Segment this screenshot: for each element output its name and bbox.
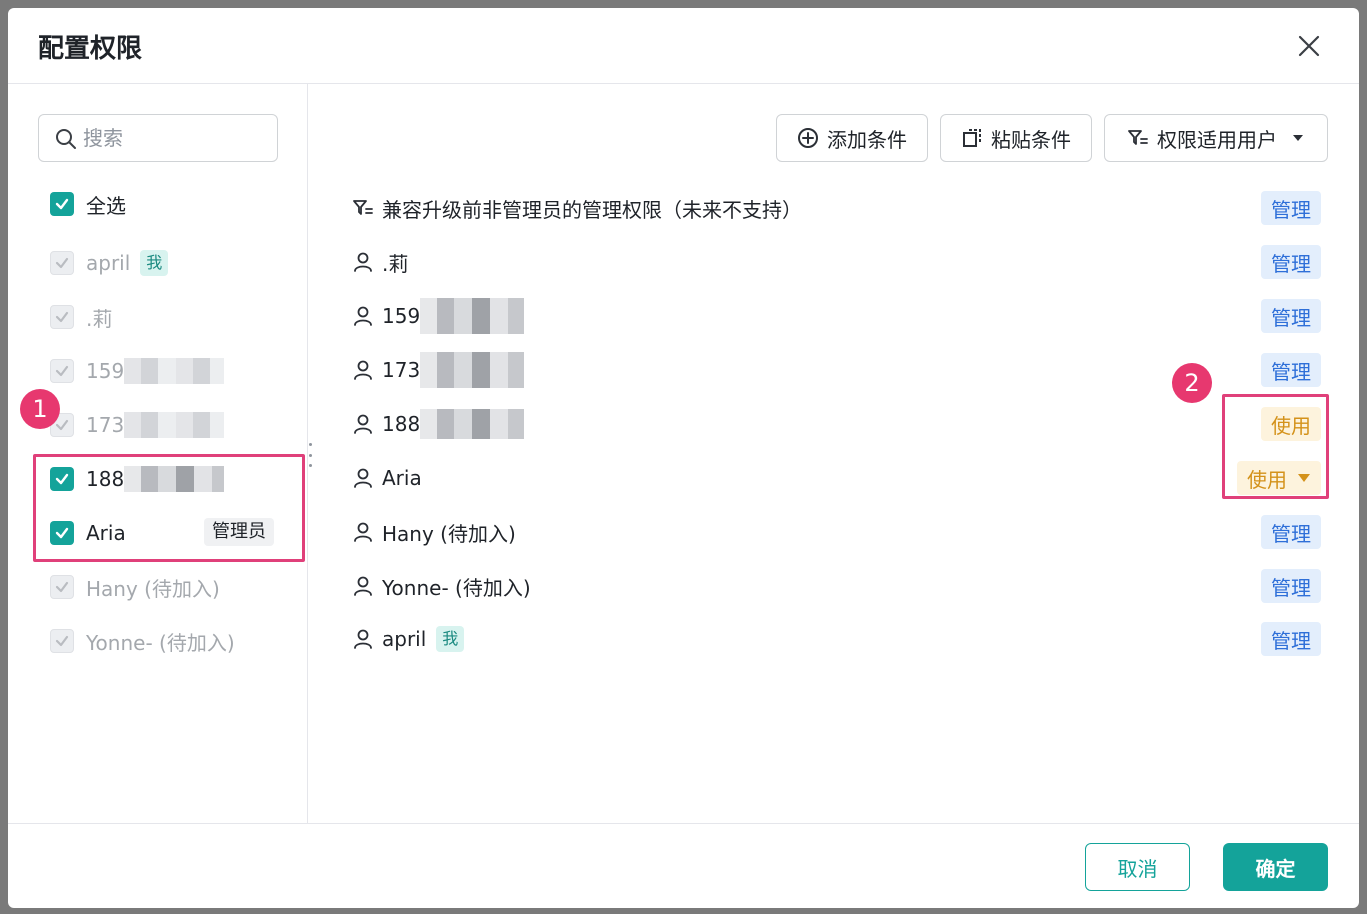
rule-row-188: 188 <box>352 407 525 441</box>
member-row-hany[interactable]: Hany (待加入) <box>50 572 220 602</box>
callout-box-2 <box>1222 394 1329 499</box>
rule-label: Yonne- (待加入) <box>382 575 531 600</box>
panel-resize-handle[interactable] <box>306 443 314 467</box>
select-all-label: 全选 <box>86 193 126 218</box>
redacted-mask <box>420 352 525 388</box>
rule-row-li: .莉 <box>352 245 408 279</box>
add-condition-button[interactable]: 添加条件 <box>776 114 928 162</box>
paste-condition-button[interactable]: 粘贴条件 <box>940 114 1092 162</box>
close-button[interactable] <box>1295 32 1323 60</box>
permission-tag-manage[interactable]: 管理 <box>1261 245 1321 279</box>
search-input[interactable] <box>83 125 263 151</box>
cancel-button[interactable]: 取消 <box>1085 843 1190 891</box>
rule-row-yonne: Yonne- (待加入) <box>352 569 531 603</box>
filter-list-icon <box>353 200 373 215</box>
permission-tag-manage[interactable]: 管理 <box>1261 191 1321 225</box>
scope-users-label: 权限适用用户 <box>1157 127 1277 152</box>
filter-list-icon <box>1128 130 1148 145</box>
permission-tag-manage[interactable]: 管理 <box>1261 569 1321 603</box>
member-row-159[interactable]: 159 <box>50 356 225 386</box>
rule-row-aria: Aria <box>352 461 422 495</box>
user-icon <box>354 468 372 488</box>
dialog-title: 配置权限 <box>38 34 143 64</box>
user-icon <box>354 576 372 596</box>
close-icon <box>1298 35 1320 57</box>
rule-label: .莉 <box>382 251 409 276</box>
rule-label: 173 <box>382 358 421 382</box>
user-icon <box>354 360 372 380</box>
member-label: Yonne- (待加入) <box>86 630 235 655</box>
member-checkbox[interactable] <box>50 629 74 653</box>
redacted-mask <box>420 409 525 439</box>
user-icon <box>354 522 372 542</box>
member-label: 159 <box>86 359 125 383</box>
member-label: april <box>86 251 131 275</box>
rule-label: Aria <box>382 466 422 490</box>
redacted-mask <box>420 298 525 334</box>
permission-tag-manage[interactable]: 管理 <box>1261 515 1321 549</box>
select-all-row[interactable]: 全选 <box>50 189 126 219</box>
permission-tag-manage[interactable]: 管理 <box>1261 299 1321 333</box>
paste-condition-label: 粘贴条件 <box>991 127 1071 152</box>
redacted-mask <box>124 412 225 438</box>
user-icon <box>354 629 372 649</box>
rule-row-159: 159 <box>352 298 525 334</box>
permission-tag-manage[interactable]: 管理 <box>1261 353 1321 387</box>
member-panel: 全选 april 我 .莉 159 173 188 Ari <box>8 84 308 823</box>
paste-icon <box>963 129 981 147</box>
member-row-april[interactable]: april 我 <box>50 248 169 278</box>
member-label: 173 <box>86 413 125 437</box>
annotation-badge-1: 1 <box>20 389 60 429</box>
rule-label: april <box>382 627 427 651</box>
search-input-box[interactable] <box>38 114 278 162</box>
annotation-badge-2: 2 <box>1172 363 1212 403</box>
member-label: Hany (待加入) <box>86 576 220 601</box>
member-checkbox[interactable] <box>50 359 74 383</box>
member-checkbox[interactable] <box>50 251 74 275</box>
member-row-li[interactable]: .莉 <box>50 302 112 332</box>
search-icon <box>56 129 76 149</box>
confirm-button[interactable]: 确定 <box>1223 843 1328 891</box>
rule-label: 188 <box>382 412 421 436</box>
caret-down-icon <box>1293 135 1303 141</box>
me-badge: 我 <box>436 626 465 652</box>
user-icon <box>354 252 372 272</box>
add-condition-label: 添加条件 <box>827 127 907 152</box>
rule-label: Hany (待加入) <box>382 521 516 546</box>
plus-circle-icon <box>798 128 818 148</box>
member-row-yonne[interactable]: Yonne- (待加入) <box>50 626 235 656</box>
permission-dialog: 配置权限 全选 april 我 .莉 159 1 <box>8 8 1359 908</box>
rule-row-hany: Hany (待加入) <box>352 515 516 549</box>
redacted-mask <box>124 358 225 384</box>
user-icon <box>354 414 372 434</box>
member-checkbox[interactable] <box>50 575 74 599</box>
rule-label: 兼容升级前非管理员的管理权限（未来不支持） <box>382 197 802 222</box>
dialog-header: 配置权限 <box>8 8 1359 84</box>
dialog-footer: 取消 确定 <box>8 823 1359 908</box>
select-all-checkbox[interactable] <box>50 192 74 216</box>
rule-row-april: april 我 <box>352 622 465 656</box>
scope-users-dropdown[interactable]: 权限适用用户 <box>1104 114 1328 162</box>
me-badge: 我 <box>140 250 169 276</box>
callout-box-1 <box>33 454 305 562</box>
user-icon <box>354 306 372 326</box>
rule-row-legacy: 兼容升级前非管理员的管理权限（未来不支持） <box>352 191 802 225</box>
member-checkbox[interactable] <box>50 305 74 329</box>
member-row-173[interactable]: 173 <box>50 410 225 440</box>
rule-row-173: 173 <box>352 352 525 388</box>
member-label: .莉 <box>86 306 113 331</box>
rule-label: 159 <box>382 304 421 328</box>
permission-tag-manage[interactable]: 管理 <box>1261 622 1321 656</box>
